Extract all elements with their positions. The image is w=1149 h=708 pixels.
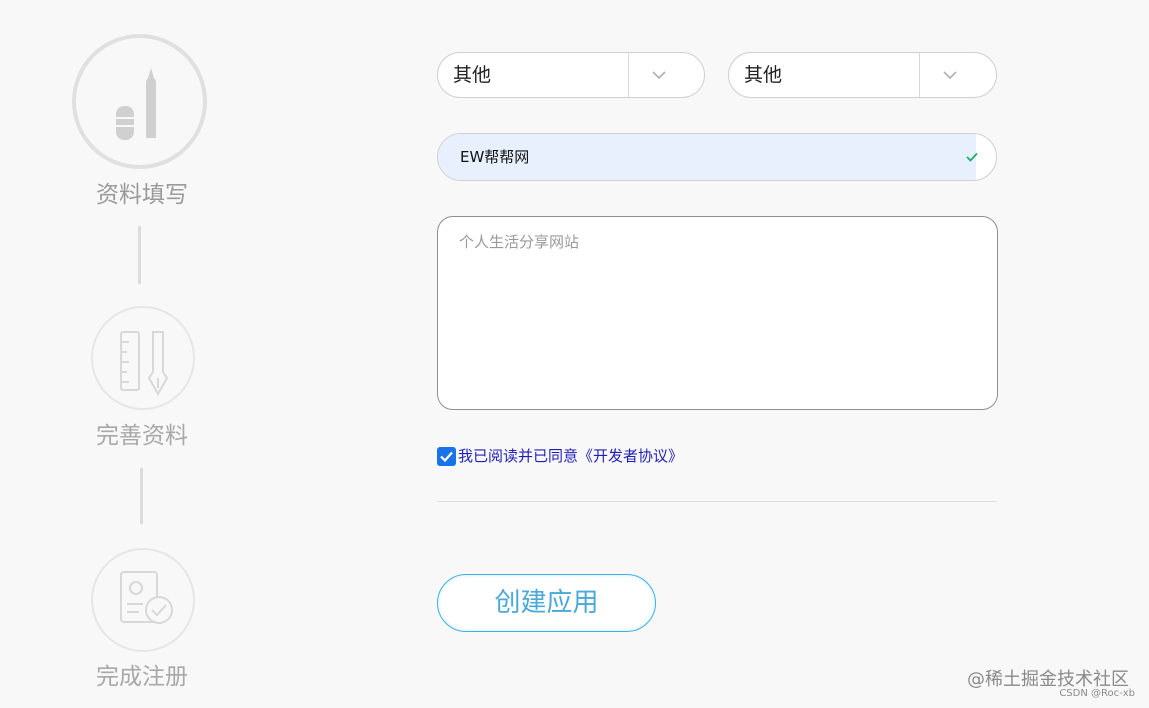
description-placeholder: 个人生活分享网站 xyxy=(459,233,580,251)
step-2-label: 完善资料 xyxy=(96,423,188,449)
select-divider xyxy=(919,53,920,97)
checkmark-icon xyxy=(440,451,453,463)
pen-eraser-icon xyxy=(116,68,156,140)
chevron-down-icon[interactable] xyxy=(651,69,667,81)
watermark-credit: CSDN @Roc-xb xyxy=(1059,688,1135,699)
step-connector xyxy=(140,468,143,524)
site-name-input[interactable]: EW帮帮网 xyxy=(437,133,997,181)
step-2-circle xyxy=(91,306,195,410)
create-app-button[interactable]: 创建应用 xyxy=(437,574,656,632)
document-check-icon xyxy=(120,571,173,624)
step-3-circle xyxy=(91,548,195,652)
agreement-checkbox[interactable] xyxy=(437,447,456,466)
ruler-pen-icon xyxy=(120,331,169,397)
step-1-label: 资料填写 xyxy=(96,182,188,208)
step-3-label: 完成注册 xyxy=(96,664,188,690)
description-textarea[interactable]: 个人生活分享网站 xyxy=(437,216,998,410)
select-value: 其他 xyxy=(453,64,492,86)
step-1-circle xyxy=(72,34,207,169)
site-name-value: EW帮帮网 xyxy=(460,148,530,166)
chevron-down-icon[interactable] xyxy=(942,69,958,81)
select-value: 其他 xyxy=(744,64,783,86)
category-select-left[interactable]: 其他 xyxy=(437,52,705,98)
step-connector xyxy=(138,226,141,284)
registration-page: 资料填写 完善资料 完成注册 其他 其他 EW帮帮网 个人生活分享网站 我已阅读… xyxy=(0,0,1149,708)
select-divider xyxy=(628,53,629,97)
agreement-link[interactable]: 我已阅读并已同意《开发者协议》 xyxy=(458,446,683,466)
valid-check-icon xyxy=(966,152,978,162)
form-divider xyxy=(437,501,997,502)
category-select-right[interactable]: 其他 xyxy=(728,52,997,98)
